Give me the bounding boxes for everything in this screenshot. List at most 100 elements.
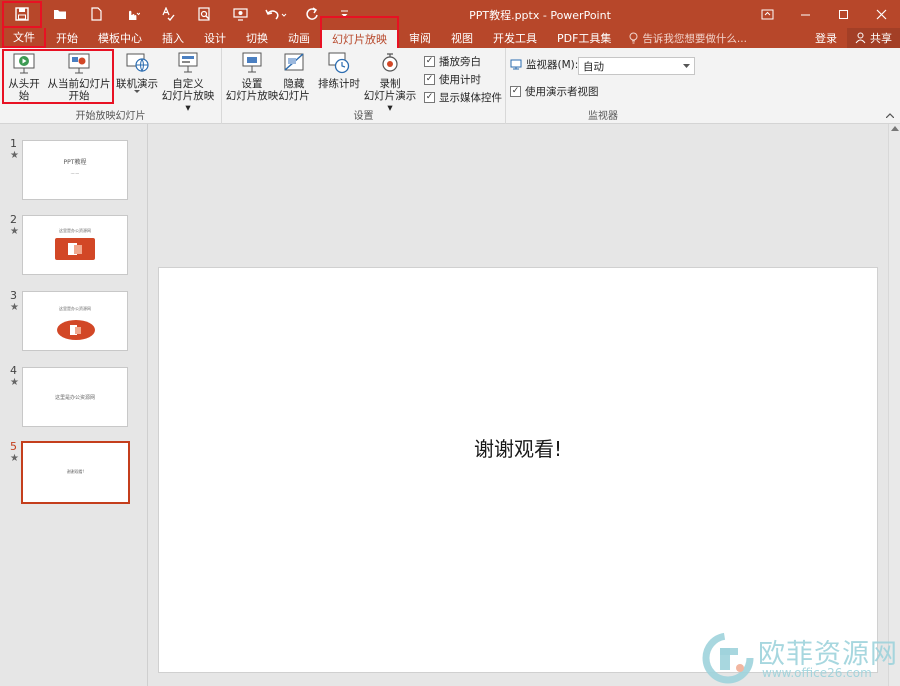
tab-design[interactable]: 设计 (194, 28, 236, 48)
share-button[interactable]: 共享 (847, 28, 900, 48)
hide-slide-label-2: 幻灯片 (278, 90, 310, 102)
slide-thumbnails-pane: 1 ★ PPT教程 ······· 2 ★ 这里是办公资源网 3 ★ 这里是办公… (0, 124, 148, 686)
open-button[interactable] (42, 1, 78, 27)
new-icon (90, 7, 102, 21)
monitor-label: 监视器(M): (526, 59, 579, 71)
tab-file[interactable]: 文件 (2, 28, 46, 48)
tab-transitions[interactable]: 切换 (236, 28, 278, 48)
tab-developer[interactable]: 开发工具 (483, 28, 547, 48)
print-preview-icon (197, 7, 210, 21)
tab-home[interactable]: 开始 (46, 28, 88, 48)
group-setup-label: 设置 (353, 111, 374, 122)
person-icon (855, 32, 866, 44)
animation-star-icon: ★ (10, 226, 19, 237)
current-slide[interactable]: 谢谢观看! (158, 267, 878, 673)
slide-thumbnail-3[interactable]: 这里是办公资源网 (22, 291, 128, 351)
record-slideshow-button[interactable]: 录制 幻灯片演示 ▾ (360, 50, 420, 114)
spellcheck-button[interactable] (150, 1, 186, 27)
slide-thumbnail-2[interactable]: 这里是办公资源网 (22, 215, 128, 275)
play-narrations-label: 播放旁白 (439, 56, 481, 68)
group-start-slideshow: 从头开始 从当前幻灯片 开始 联机演示 自定义 幻灯片放映 ▾ 开始放映幻灯片 (0, 48, 222, 124)
custom-slideshow-label-text: 幻灯片放映 (161, 90, 215, 102)
tab-review[interactable]: 审阅 (399, 28, 441, 48)
animation-star-icon: ★ (10, 150, 19, 161)
close-button[interactable] (862, 0, 900, 28)
touch-mode-button[interactable] (114, 1, 150, 27)
touch-mode-icon (129, 10, 140, 20)
undo-button[interactable] (258, 1, 294, 27)
tab-view[interactable]: 视图 (441, 28, 483, 48)
ribbon-panel: 从头开始 从当前幻灯片 开始 联机演示 自定义 幻灯片放映 ▾ 开始放映幻灯片 … (0, 48, 900, 124)
checkbox-checked: ✓ (424, 74, 435, 85)
tab-insert[interactable]: 插入 (152, 28, 194, 48)
close-icon (876, 9, 886, 19)
hide-slide-button[interactable]: 隐藏 幻灯片 (278, 50, 310, 102)
setup-slideshow-button[interactable]: 设置 幻灯片放映 (224, 50, 280, 102)
redo-icon (306, 7, 318, 20)
record-slideshow-label-1: 录制 (379, 78, 401, 90)
group-monitors-label: 监视器 (588, 111, 618, 122)
group-monitors: 监视器(M): 自动 ✓ 使用演示者视图 监视器 (506, 48, 700, 124)
globe-icon (126, 53, 149, 73)
save-button[interactable] (2, 0, 42, 28)
thumb-number: 3 (10, 289, 17, 302)
minimize-button[interactable] (786, 0, 824, 28)
slide-thumbnail-1[interactable]: PPT教程 ······· (22, 140, 128, 200)
powerpoint-logo-icon (57, 320, 95, 340)
thumb-title: 这里是办公资源网 (59, 228, 91, 233)
show-media-controls-checkbox[interactable]: ✓ 显示媒体控件 (424, 90, 502, 105)
chevron-down-icon (134, 90, 140, 93)
monitor-row: 监视器(M): (510, 57, 578, 72)
setup-slideshow-icon (242, 52, 262, 73)
chevron-down-icon (683, 64, 690, 68)
animation-star-icon: ★ (10, 453, 19, 464)
ribbon-display-options-button[interactable] (748, 0, 786, 28)
custom-slideshow-icon (178, 52, 198, 73)
slide-text-box[interactable]: 谢谢观看! (159, 433, 877, 462)
minimize-icon (800, 14, 810, 15)
maximize-button[interactable] (824, 0, 862, 28)
vertical-scrollbar[interactable] (888, 124, 900, 686)
collapse-ribbon-button[interactable] (885, 111, 895, 121)
tell-me-box[interactable]: 告诉我您想要做什么... (621, 28, 755, 48)
custom-slideshow-button[interactable]: 自定义 幻灯片放映 ▾ (158, 50, 218, 114)
login-link[interactable]: 登录 (805, 30, 847, 46)
thumb-number: 1 (10, 137, 17, 150)
tab-slide-show[interactable]: 幻灯片放映 (320, 16, 399, 48)
record-slideshow-icon (382, 53, 398, 72)
undo-icon (265, 9, 287, 20)
print-preview-button[interactable] (186, 1, 222, 27)
present-online-button[interactable]: 联机演示 (116, 50, 158, 94)
monitor-select[interactable]: 自动 (578, 57, 695, 75)
ribbon-tabs: 文件 开始 模板中心 插入 设计 切换 动画 幻灯片放映 审阅 视图 开发工具 … (0, 16, 900, 48)
scroll-up-icon[interactable] (891, 126, 899, 131)
title-bar: PPT教程.pptx - PowerPoint (0, 0, 900, 28)
slide-thumbnail-5[interactable]: 谢谢观看! (21, 441, 130, 504)
presenter-view-label: 使用演示者视图 (525, 86, 599, 98)
slide-thumbnail-4[interactable]: 这里是办公资源网 (22, 367, 128, 427)
record-slideshow-label-text: 幻灯片演示 (363, 90, 417, 102)
thumb-number: 2 (10, 213, 17, 226)
monitor-icon (510, 59, 522, 70)
new-button[interactable] (78, 1, 114, 27)
lightbulb-icon (629, 32, 638, 44)
checkbox-checked: ✓ (510, 86, 521, 97)
tab-pdf-tools[interactable]: PDF工具集 (547, 28, 621, 48)
play-narrations-checkbox[interactable]: ✓ 播放旁白 (424, 54, 481, 69)
chevron-up-icon (885, 113, 895, 119)
open-icon (53, 9, 66, 19)
hide-slide-icon (284, 53, 304, 71)
rehearse-timings-button[interactable]: 排练计时 (318, 50, 360, 90)
thumb-number: 4 (10, 364, 17, 377)
tab-template-center[interactable]: 模板中心 (88, 28, 152, 48)
thumb-title: 这里是办公资源网 (59, 306, 91, 311)
from-beginning-qat-button[interactable] (222, 1, 258, 27)
window-controls (748, 0, 900, 28)
use-timings-checkbox[interactable]: ✓ 使用计时 (424, 72, 481, 87)
animation-star-icon: ★ (10, 302, 19, 313)
tab-animations[interactable]: 动画 (278, 28, 320, 48)
group-start-label: 开始放映幻灯片 (75, 111, 146, 122)
presenter-view-checkbox[interactable]: ✓ 使用演示者视图 (510, 84, 599, 99)
group-setup: 设置 幻灯片放映 隐藏 幻灯片 排练计时 录制 幻灯片演示 ▾ ✓ 播放旁白 ✓… (222, 48, 506, 124)
thumb-title: PPT教程 (63, 159, 87, 166)
